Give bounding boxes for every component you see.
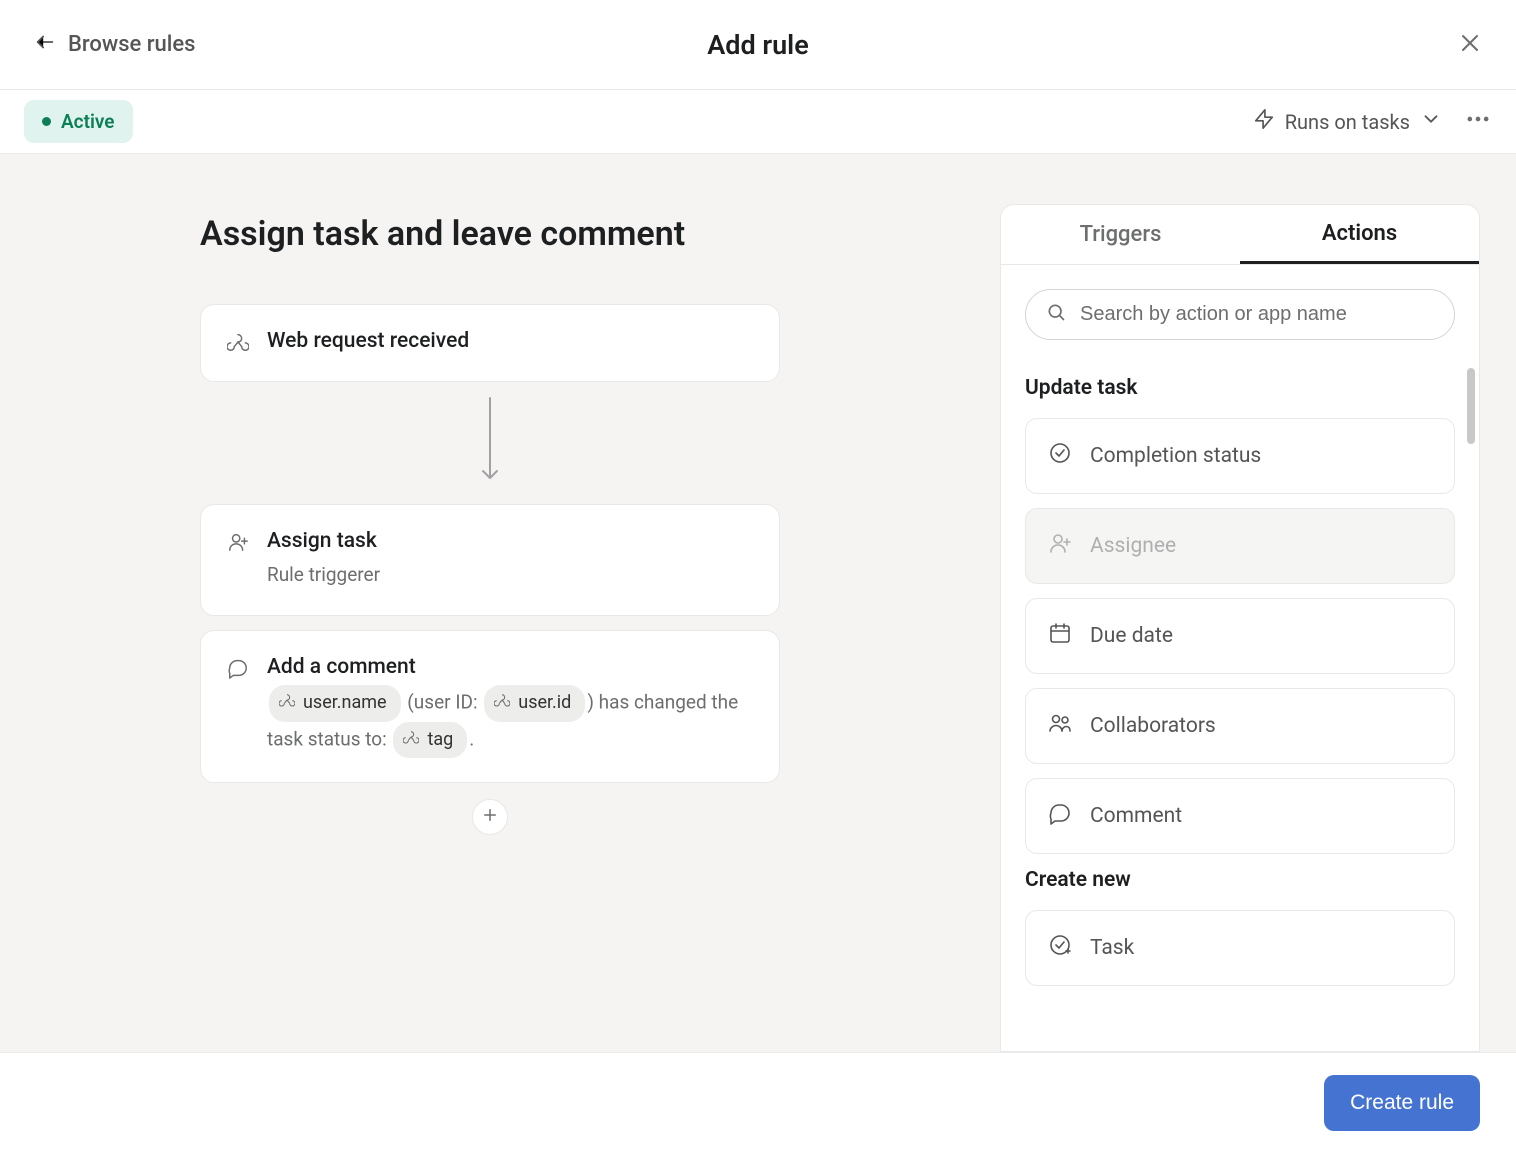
status-label: Active <box>61 110 115 133</box>
flow-arrow <box>200 396 780 490</box>
add-step-row <box>200 799 780 835</box>
side-panel: Triggers Actions Update task Completion … <box>1000 204 1480 1052</box>
webhook-icon <box>494 688 510 719</box>
people-icon <box>1048 711 1072 741</box>
calendar-icon <box>1048 621 1072 651</box>
check-circle-icon <box>1048 441 1072 471</box>
runs-on-dropdown[interactable]: Runs on tasks <box>1253 108 1442 135</box>
scrollbar-thumb[interactable] <box>1467 368 1475 444</box>
page-title: Add rule <box>707 29 808 61</box>
action-option-label: Collaborators <box>1090 714 1216 738</box>
variable-chip: user.id <box>484 685 585 722</box>
comment-text: (user ID: <box>403 691 483 714</box>
chevron-down-icon <box>1420 108 1442 135</box>
action-subtitle: Rule triggerer <box>267 559 380 591</box>
plus-icon <box>481 806 499 828</box>
actions-list: Update task Completion status Assignee D… <box>1001 364 1479 1051</box>
variable-name: user.id <box>518 688 571 719</box>
lightning-icon <box>1253 108 1275 135</box>
action-option-label: Task <box>1090 936 1134 960</box>
arrow-left-icon <box>34 31 56 59</box>
task-add-icon <box>1048 933 1072 963</box>
status-pill[interactable]: Active <box>24 100 133 143</box>
action-option-assignee: Assignee <box>1025 508 1455 584</box>
action-title: Assign task <box>267 529 380 553</box>
search-box[interactable] <box>1025 289 1455 340</box>
section-title-create-new: Create new <box>1025 868 1455 892</box>
main-area: Assign task and leave comment Web reques… <box>0 154 1516 1052</box>
back-label: Browse rules <box>68 32 196 57</box>
tab-actions[interactable]: Actions <box>1240 205 1479 264</box>
person-plus-icon <box>1048 531 1072 561</box>
action-option-label: Due date <box>1090 624 1173 648</box>
side-panel-tabs: Triggers Actions <box>1001 205 1479 265</box>
more-options-button[interactable] <box>1464 105 1492 138</box>
action-title: Add a comment <box>267 655 753 679</box>
trigger-card[interactable]: Web request received <box>200 304 780 382</box>
runs-on-label: Runs on tasks <box>1285 110 1410 134</box>
section-title-update-task: Update task <box>1025 376 1455 400</box>
search-icon <box>1046 302 1066 327</box>
top-header: Browse rules Add rule <box>0 0 1516 90</box>
action-option-comment[interactable]: Comment <box>1025 778 1455 854</box>
close-icon <box>1458 40 1482 59</box>
comment-icon <box>1048 801 1072 831</box>
trigger-title: Web request received <box>267 329 469 353</box>
webhook-icon <box>279 688 295 719</box>
sub-header: Active Runs on tasks <box>0 90 1516 154</box>
variable-name: tag <box>427 725 453 756</box>
footer: Create rule <box>0 1052 1516 1152</box>
variable-chip: tag <box>393 722 467 759</box>
action-option-label: Assignee <box>1090 534 1176 558</box>
create-rule-button[interactable]: Create rule <box>1324 1075 1480 1131</box>
action-option-due-date[interactable]: Due date <box>1025 598 1455 674</box>
action-card-add-comment[interactable]: Add a comment user.name (user ID: user.i… <box>200 630 780 783</box>
close-button[interactable] <box>1458 31 1482 59</box>
more-horizontal-icon <box>1464 114 1492 138</box>
webhook-icon <box>227 331 249 357</box>
action-option-collaborators[interactable]: Collaborators <box>1025 688 1455 764</box>
variable-name: user.name <box>303 688 387 719</box>
browse-rules-back-button[interactable]: Browse rules <box>34 31 196 59</box>
action-option-label: Completion status <box>1090 444 1261 468</box>
rule-canvas: Assign task and leave comment Web reques… <box>0 154 1000 1052</box>
action-option-label: Comment <box>1090 804 1182 828</box>
rule-name[interactable]: Assign task and leave comment <box>200 214 780 254</box>
comment-icon <box>227 657 249 683</box>
comment-text: . <box>469 727 474 750</box>
arrow-down-icon <box>478 396 502 490</box>
search-input[interactable] <box>1080 303 1434 326</box>
person-plus-icon <box>227 531 249 557</box>
comment-preview: user.name (user ID: user.id ) has change… <box>267 685 753 758</box>
tab-triggers[interactable]: Triggers <box>1001 205 1240 264</box>
action-option-task[interactable]: Task <box>1025 910 1455 986</box>
action-card-assign-task[interactable]: Assign task Rule triggerer <box>200 504 780 616</box>
variable-chip: user.name <box>269 685 401 722</box>
status-dot-icon <box>42 117 51 126</box>
add-step-button[interactable] <box>472 799 508 835</box>
webhook-icon <box>403 725 419 756</box>
action-option-completion-status[interactable]: Completion status <box>1025 418 1455 494</box>
